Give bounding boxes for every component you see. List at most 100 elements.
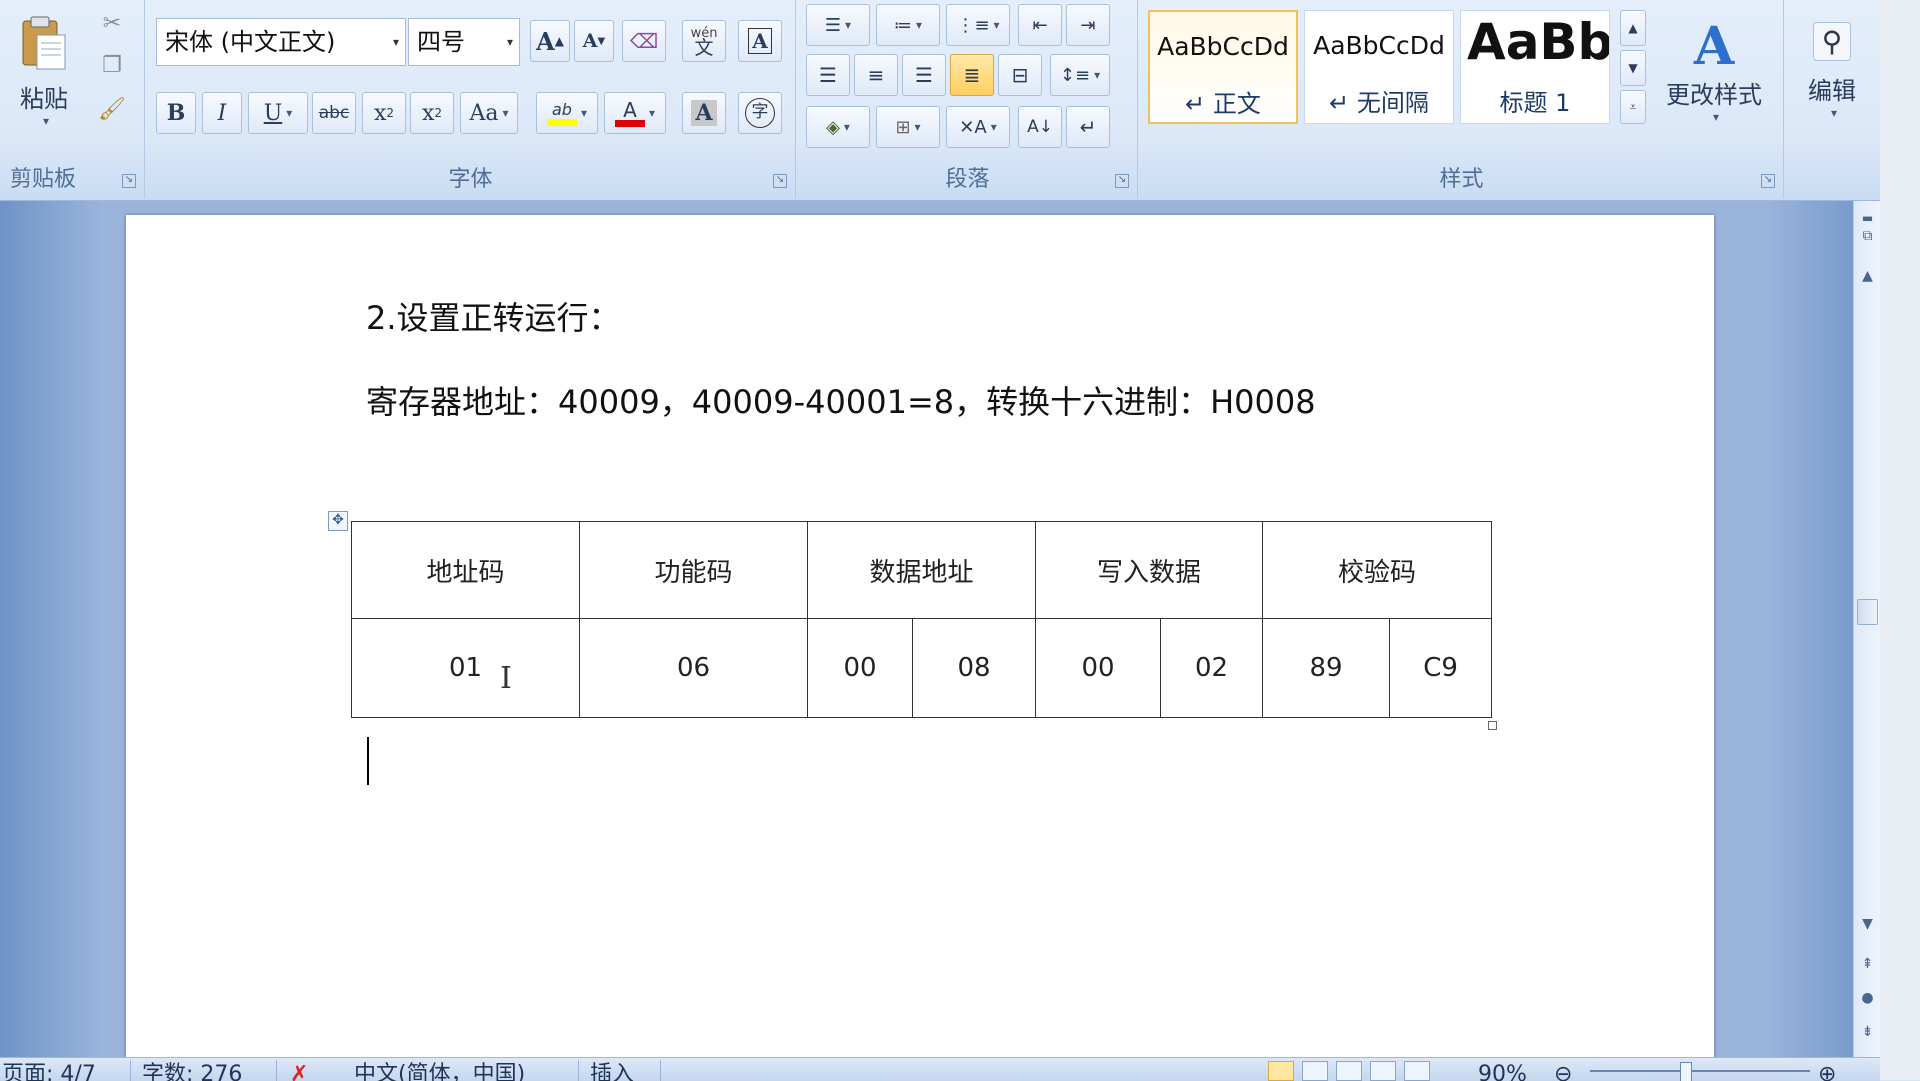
strikethrough-button[interactable]: abc [312,92,356,134]
zoom-level[interactable]: 90% [1478,1062,1527,1081]
cell-write-data-high[interactable]: 00 [1035,618,1162,718]
font-size-combo[interactable]: 四号 ▾ [408,18,520,66]
change-styles-button[interactable]: A 更改样式 ▾ [1654,6,1774,136]
clipboard-launcher-icon[interactable]: ↘ [122,174,136,188]
shrink-font-button[interactable]: A ▼ [574,20,614,62]
increase-indent-button[interactable]: ⇥ [1066,4,1110,46]
scroll-down-arrow-icon[interactable]: ▼ [1857,913,1878,935]
vertical-scrollbar[interactable]: ▬ ⧉ ▲ ▼ ⇞ ● ⇟ [1853,201,1881,1057]
web-layout-view-button[interactable] [1336,1061,1362,1081]
table-resize-handle[interactable] [1488,721,1497,730]
style-tile-no-spacing[interactable]: AaBbCcDd ↵ 无间隔 [1304,10,1454,124]
zoom-out-icon[interactable]: ⊖ [1554,1062,1572,1081]
cell-write-data-low[interactable]: 02 [1160,618,1264,718]
modbus-frame-table[interactable]: 地址码 功能码 数据地址 写入数据 校验码 01 06 00 08 00 02 … [351,521,1493,718]
line-spacing-button[interactable]: ↕≡ ▾ [1050,54,1110,96]
outline-view-button[interactable] [1370,1061,1396,1081]
char-border-button[interactable]: A [738,20,782,62]
header-address-code[interactable]: 地址码 [351,521,580,619]
subscript-button[interactable]: x2 [362,92,406,134]
font-color-dropdown-icon[interactable]: ▾ [649,106,655,120]
proofing-error-icon[interactable]: ✗ [290,1062,308,1081]
paragraph-launcher-icon[interactable]: ↘ [1115,174,1129,188]
align-right-button[interactable]: ☰ [902,54,946,96]
header-data-address[interactable]: 数据地址 [806,521,1037,619]
font-name-dropdown-icon[interactable]: ▾ [393,19,399,65]
status-page[interactable]: 页面: 4/7 [2,1062,96,1081]
header-function-code[interactable]: 功能码 [579,521,808,619]
line-spacing-dropdown-icon[interactable]: ▾ [1094,68,1100,82]
cell-data-address-low[interactable]: 08 [911,618,1037,718]
underline-button[interactable]: U ▾ [248,92,308,134]
cell-address-code[interactable]: 01 [351,618,580,718]
italic-button[interactable]: I [202,92,242,134]
style-tile-heading-1[interactable]: AaBb 标题 1 [1460,10,1610,124]
next-page-icon[interactable]: ⇟ [1857,1021,1878,1043]
cell-checksum-high[interactable]: C9 [1389,618,1493,718]
justify-button[interactable]: ≣ [950,54,994,96]
show-marks-button[interactable]: ↵ [1066,106,1110,148]
change-case-button[interactable]: Aa ▾ [460,92,518,134]
numbering-button[interactable]: ≔ ▾ [876,4,940,46]
font-name-combo[interactable]: 宋体 (中文正文) ▾ [156,18,406,66]
borders-dropdown-icon[interactable]: ▾ [915,120,921,134]
editing-button[interactable]: ⚲ 编辑 ▾ [1792,6,1872,136]
shading-dropdown-icon[interactable]: ▾ [844,120,850,134]
bullets-button[interactable]: ☰ ▾ [806,4,870,46]
cell-checksum-low[interactable]: 89 [1262,618,1391,718]
enclose-char-button[interactable]: 字 [738,92,782,134]
underline-dropdown-icon[interactable]: ▾ [286,106,292,120]
chinese-layout-button[interactable]: ✕A ▾ [946,106,1010,148]
highlight-button[interactable]: ab ▾ [536,92,598,134]
superscript-button[interactable]: x2 [410,92,454,134]
font-launcher-icon[interactable]: ↘ [773,174,787,188]
sort-button[interactable]: A↓ [1018,106,1062,148]
bullets-dropdown-icon[interactable]: ▾ [845,18,851,32]
zoom-in-icon[interactable]: ⊕ [1818,1062,1836,1081]
paste-button[interactable]: 粘贴 ▾ [6,6,82,136]
status-language[interactable]: 中文(简体，中国) [354,1062,525,1081]
grow-font-button[interactable]: A ▲ [530,20,570,62]
styles-more-button[interactable]: ⩡ [1620,90,1646,124]
format-painter-button[interactable]: 🖌 [94,92,130,126]
clear-format-button[interactable]: ⌫ [622,20,666,62]
styles-scroll-up-button[interactable]: ▲ [1620,10,1646,46]
zoom-slider[interactable] [1590,1070,1810,1072]
print-layout-view-button[interactable] [1268,1061,1294,1081]
numbering-dropdown-icon[interactable]: ▾ [916,18,922,32]
styles-scroll-down-button[interactable]: ▼ [1620,50,1646,86]
style-tile-normal[interactable]: AaBbCcDd ↵ 正文 [1148,10,1298,124]
full-screen-reading-view-button[interactable] [1302,1061,1328,1081]
scroll-up-arrow-icon[interactable]: ▲ [1857,265,1878,287]
document-page[interactable]: 2.设置正转运行： 寄存器地址：40009，40009-40001=8，转换十六… [126,215,1714,1057]
draft-view-button[interactable] [1404,1061,1430,1081]
bold-button[interactable]: B [156,92,196,134]
char-shading-button[interactable]: A [682,92,726,134]
multilevel-list-dropdown-icon[interactable]: ▾ [994,18,1000,32]
scrollbar-thumb[interactable] [1857,599,1878,625]
shading-button[interactable]: ◈ ▾ [806,106,870,148]
cell-function-code[interactable]: 06 [579,618,808,718]
select-browse-object-icon[interactable]: ● [1857,987,1878,1009]
previous-page-icon[interactable]: ⇞ [1857,953,1878,975]
chinese-layout-dropdown-icon[interactable]: ▾ [991,120,997,134]
status-insert-mode[interactable]: 插入 [590,1062,634,1081]
highlight-dropdown-icon[interactable]: ▾ [581,106,587,120]
align-center-button[interactable]: ≡ [854,54,898,96]
zoom-slider-thumb[interactable] [1680,1062,1692,1081]
cut-button[interactable]: ✂ [94,6,130,40]
distributed-button[interactable]: ⊟ [998,54,1042,96]
decrease-indent-button[interactable]: ⇤ [1018,4,1062,46]
font-size-dropdown-icon[interactable]: ▾ [507,19,513,65]
change-case-dropdown-icon[interactable]: ▾ [502,106,508,120]
copy-button[interactable]: ❐ [94,48,130,82]
cell-data-address-high[interactable]: 00 [807,618,913,718]
table-move-handle-icon[interactable]: ✥ [328,511,348,531]
status-word-count[interactable]: 字数: 276 [142,1062,242,1081]
borders-button[interactable]: ⊞ ▾ [876,106,940,148]
align-left-button[interactable]: ☰ [806,54,850,96]
view-ruler-icon[interactable]: ⧉ [1857,225,1878,247]
header-checksum[interactable]: 校验码 [1262,521,1493,619]
multilevel-list-button[interactable]: ⋮≡ ▾ [946,4,1010,46]
phonetic-guide-button[interactable]: wén 文 [682,20,726,62]
